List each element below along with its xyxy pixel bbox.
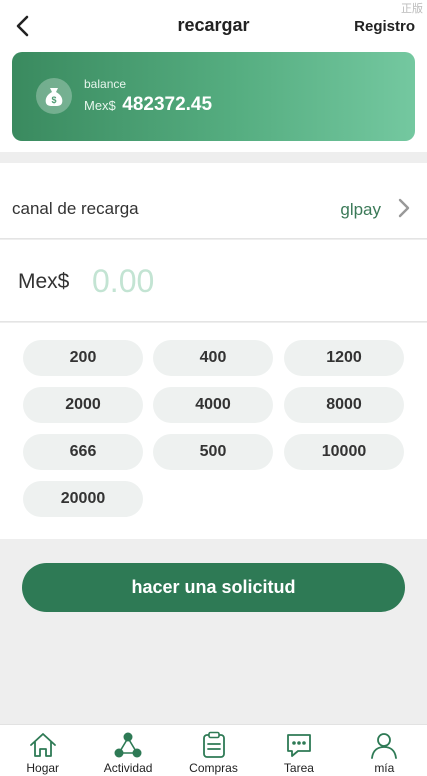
quick-amount-button[interactable]: 20000 bbox=[23, 481, 143, 517]
tab-tarea[interactable]: Tarea bbox=[256, 725, 341, 776]
quick-amount-button[interactable]: 4000 bbox=[153, 387, 273, 423]
tab-compras[interactable]: Compras bbox=[171, 725, 256, 776]
submit-request-button[interactable]: hacer una solicitud bbox=[22, 563, 405, 612]
amount-input[interactable] bbox=[92, 260, 392, 302]
chat-icon bbox=[287, 734, 311, 757]
quick-amount-button[interactable]: 500 bbox=[153, 434, 273, 470]
amount-currency: Mex$ bbox=[18, 270, 70, 293]
tab-actividad[interactable]: Actividad bbox=[85, 725, 170, 776]
tab-label: Actividad bbox=[103, 761, 153, 775]
clipboard-icon bbox=[202, 731, 225, 758]
quick-amount-button[interactable]: 666 bbox=[23, 434, 143, 470]
quick-amounts-grid: 200 400 1200 2000 4000 8000 666 500 1000… bbox=[0, 323, 427, 539]
channel-value: glpay bbox=[340, 200, 381, 219]
balance-label: balance bbox=[84, 77, 127, 91]
money-bag-icon: $ bbox=[36, 78, 72, 114]
activity-icon bbox=[114, 732, 142, 758]
tab-mia[interactable]: mía bbox=[342, 725, 427, 776]
registro-link[interactable]: Registro bbox=[354, 18, 415, 35]
balance-amount: 482372.45 bbox=[122, 94, 213, 115]
corner-mark: 正版 bbox=[401, 3, 423, 15]
quick-amount-button[interactable]: 8000 bbox=[284, 387, 404, 423]
section-divider bbox=[0, 152, 427, 163]
balance-card: $ balance Mex$ 482372.45 bbox=[12, 52, 415, 141]
channel-label: canal de recarga bbox=[12, 199, 139, 218]
bottom-tab-bar: Hogar Actividad Compras Tarea mía bbox=[0, 724, 427, 776]
balance-section: $ balance Mex$ 482372.45 bbox=[0, 52, 427, 152]
home-icon bbox=[29, 733, 56, 757]
recharge-channel-selector[interactable]: canal de recarga glpay bbox=[0, 163, 427, 239]
quick-amount-button[interactable]: 1200 bbox=[284, 340, 404, 376]
quick-amount-button[interactable]: 10000 bbox=[284, 434, 404, 470]
chevron-right-icon bbox=[398, 198, 410, 218]
balance-value: Mex$ 482372.45 bbox=[84, 94, 212, 116]
tab-hogar[interactable]: Hogar bbox=[0, 725, 85, 776]
quick-amount-button[interactable]: 2000 bbox=[23, 387, 143, 423]
balance-currency: Mex$ bbox=[84, 98, 116, 113]
tab-label: Tarea bbox=[283, 761, 314, 775]
tab-label: mía bbox=[374, 761, 395, 775]
quick-amount-button[interactable]: 400 bbox=[153, 340, 273, 376]
tab-label: Compras bbox=[189, 761, 238, 775]
svg-text:$: $ bbox=[51, 95, 56, 105]
quick-amount-button[interactable]: 200 bbox=[23, 340, 143, 376]
tab-label: Hogar bbox=[26, 761, 60, 775]
amount-row: Mex$ bbox=[0, 240, 427, 322]
user-icon bbox=[371, 733, 398, 759]
header: recargar Registro bbox=[0, 0, 427, 52]
